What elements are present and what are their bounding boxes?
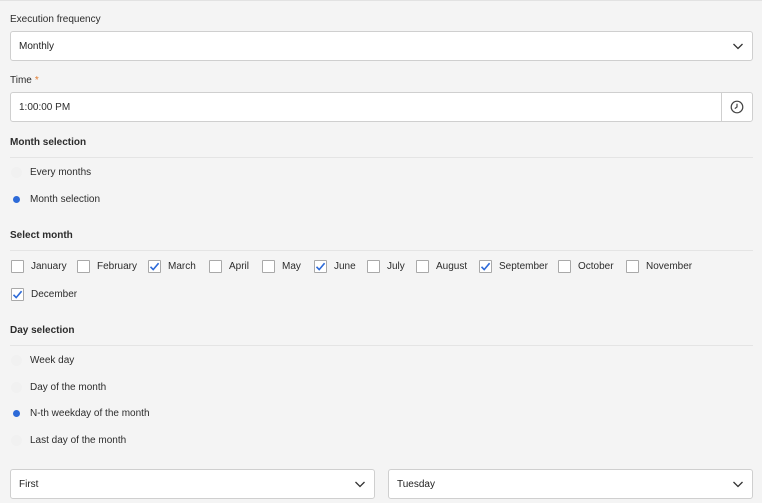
weekday-select-value: Tuesday (397, 478, 435, 490)
top-border (0, 0, 762, 1)
chevron-down-icon (733, 481, 743, 488)
checkbox-label: March (168, 261, 196, 272)
checkbox[interactable] (479, 260, 492, 273)
checkbox-label: January (31, 261, 67, 272)
month-checkbox-october[interactable]: October (558, 260, 614, 273)
checkbox[interactable] (367, 260, 380, 273)
time-label: Time * (10, 75, 39, 86)
radio-indicator[interactable] (11, 194, 22, 205)
time-input[interactable]: 1:00:00 PM (10, 92, 753, 122)
nth-select[interactable]: First (10, 469, 375, 499)
execution-frequency-label: Execution frequency (10, 14, 101, 25)
radio-indicator[interactable] (11, 355, 22, 366)
nth-select-value: First (19, 478, 39, 490)
checkbox-label: September (499, 261, 548, 272)
divider (10, 157, 753, 158)
checkbox[interactable] (11, 260, 24, 273)
radio-label: Last day of the month (30, 435, 127, 446)
radio-day-of-month[interactable]: Day of the month (11, 382, 106, 393)
radio-last-day[interactable]: Last day of the month (11, 435, 126, 446)
month-checkbox-december[interactable]: December (11, 288, 77, 301)
checkbox[interactable] (148, 260, 161, 273)
checkbox[interactable] (558, 260, 571, 273)
checkbox[interactable] (314, 260, 327, 273)
divider (10, 345, 753, 346)
divider (10, 250, 753, 251)
checkmark-icon (149, 262, 160, 271)
month-checkbox-july[interactable]: July (367, 260, 405, 273)
execution-frequency-select[interactable]: Monthly (10, 31, 753, 61)
execution-frequency-value: Monthly (19, 40, 55, 52)
radio-label: Every months (30, 167, 92, 178)
time-picker-button[interactable] (721, 93, 752, 121)
radio-label: N-th weekday of the month (30, 408, 150, 419)
radio-indicator[interactable] (11, 435, 22, 446)
month-checkbox-january[interactable]: January (11, 260, 67, 273)
required-marker: * (34, 75, 39, 86)
day-selection-title: Day selection (10, 325, 75, 336)
checkbox-label: February (97, 261, 138, 272)
radio-nth-weekday[interactable]: N-th weekday of the month (11, 408, 150, 419)
month-checkbox-august[interactable]: August (416, 260, 467, 273)
checkbox[interactable] (11, 288, 24, 301)
chevron-down-icon (355, 481, 365, 488)
checkbox-label: May (282, 261, 301, 272)
radio-indicator[interactable] (11, 408, 22, 419)
time-value: 1:00:00 PM (19, 101, 71, 113)
checkbox-label: December (31, 289, 78, 300)
weekday-select[interactable]: Tuesday (388, 469, 753, 499)
checkbox[interactable] (626, 260, 639, 273)
checkbox[interactable] (262, 260, 275, 273)
checkbox-label: June (334, 261, 356, 272)
checkbox-label: October (578, 261, 614, 272)
month-checkbox-june[interactable]: June (314, 260, 356, 273)
checkmark-icon (480, 262, 491, 271)
radio-week-day[interactable]: Week day (11, 355, 74, 366)
radio-month-selection[interactable]: Month selection (11, 194, 100, 205)
checkbox-label: November (646, 261, 693, 272)
month-checkbox-may[interactable]: May (262, 260, 301, 273)
radio-label: Day of the month (30, 382, 107, 393)
chevron-down-icon (733, 43, 743, 50)
month-selection-title: Month selection (10, 137, 87, 148)
month-checkbox-september[interactable]: September (479, 260, 548, 273)
month-checkbox-november[interactable]: November (626, 260, 692, 273)
month-checkbox-april[interactable]: April (209, 260, 249, 273)
checkbox-label: April (229, 261, 250, 272)
checkbox-label: July (387, 261, 405, 272)
checkmark-icon (12, 290, 23, 299)
radio-label: Week day (30, 355, 75, 366)
select-month-title: Select month (10, 230, 73, 241)
checkbox[interactable] (77, 260, 90, 273)
checkbox[interactable] (209, 260, 222, 273)
clock-icon (730, 100, 744, 114)
time-label-text: Time (10, 75, 32, 86)
checkbox-label: August (436, 261, 468, 272)
radio-label: Month selection (30, 194, 101, 205)
checkbox[interactable] (416, 260, 429, 273)
radio-every-months[interactable]: Every months (11, 167, 91, 178)
radio-indicator[interactable] (11, 382, 22, 393)
month-checkbox-february[interactable]: February (77, 260, 137, 273)
radio-indicator[interactable] (11, 167, 22, 178)
checkmark-icon (315, 262, 326, 271)
month-checkbox-march[interactable]: March (148, 260, 196, 273)
